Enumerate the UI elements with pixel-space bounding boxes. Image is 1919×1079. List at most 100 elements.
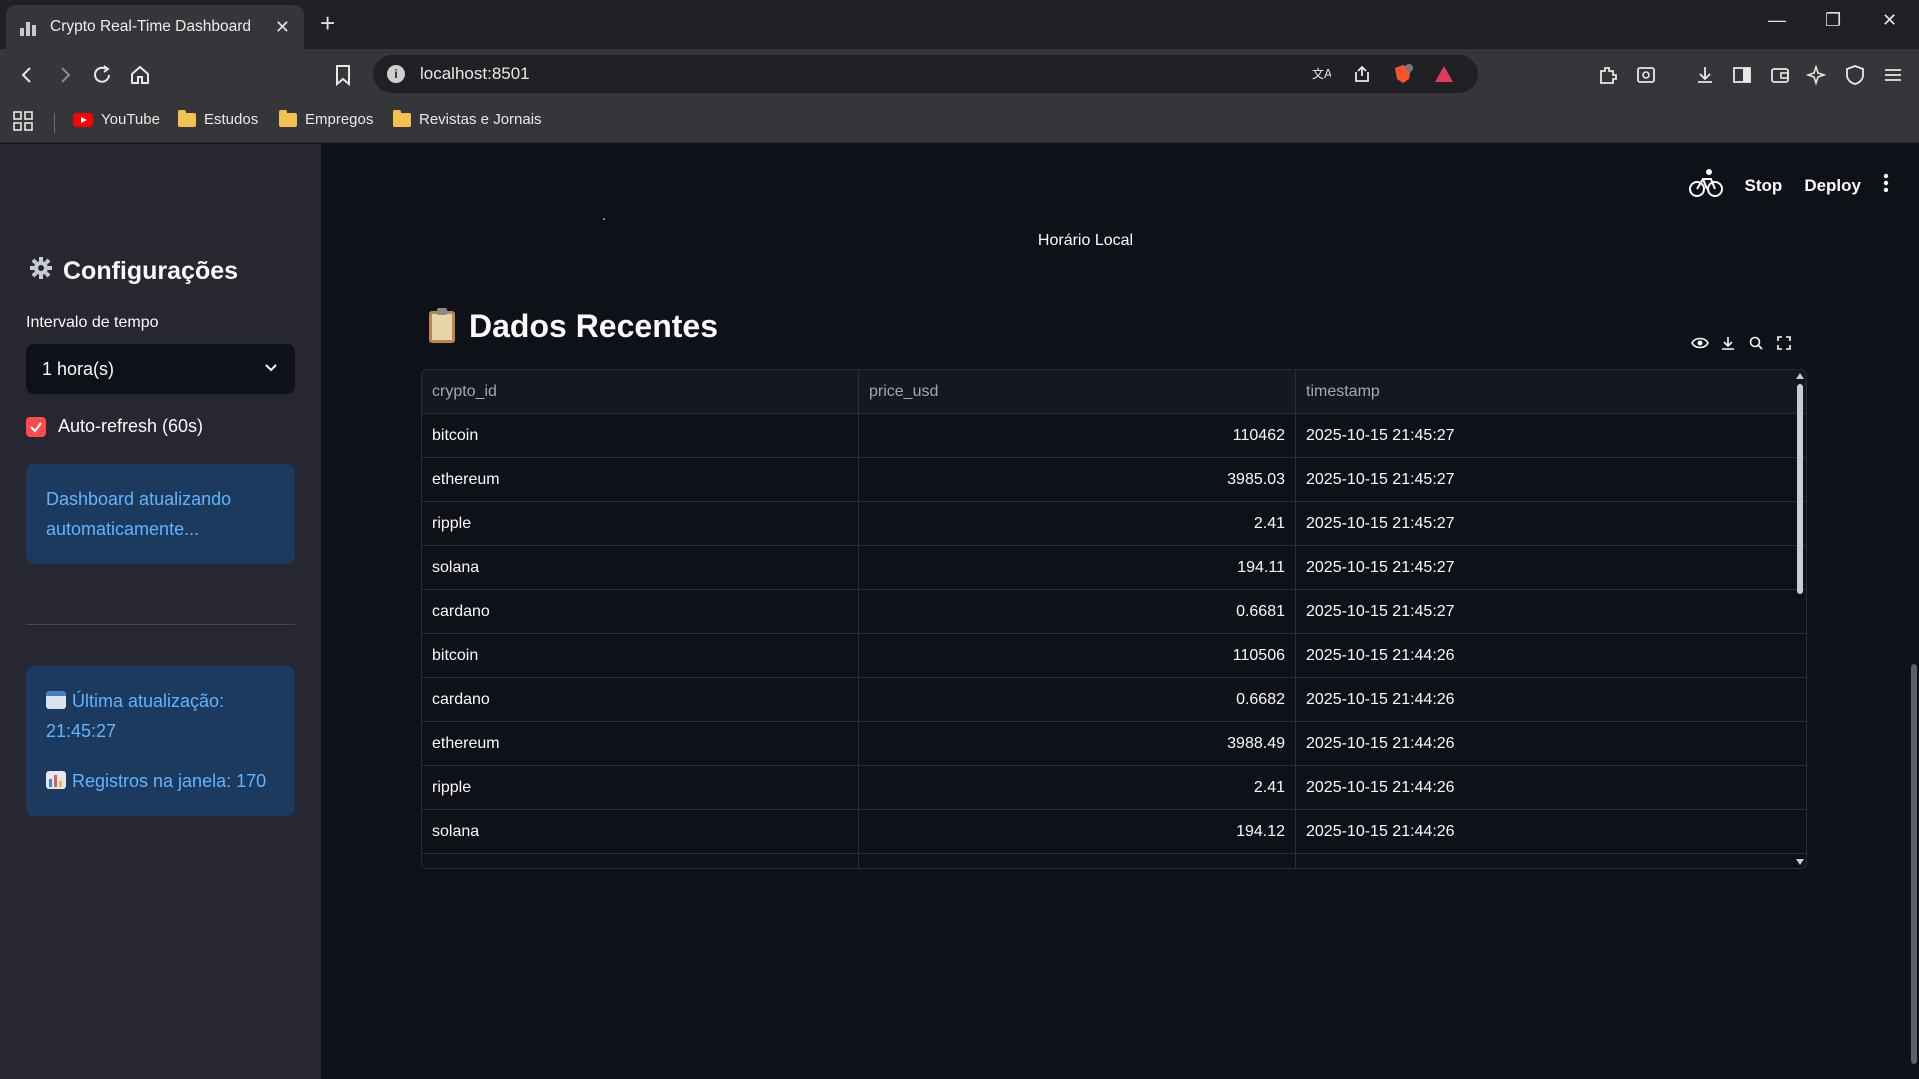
wallet-icon[interactable]	[1767, 62, 1793, 88]
back-icon[interactable]	[14, 62, 40, 88]
cell-price-usd[interactable]: 2.41	[859, 502, 1296, 545]
address-bar[interactable]: i localhost:8501 文A	[373, 55, 1478, 93]
cell-crypto-id[interactable]: ripple	[422, 766, 859, 809]
cell-price-usd[interactable]: 110506	[859, 634, 1296, 677]
brave-rewards-icon[interactable]	[1431, 61, 1457, 87]
cell-crypto-id[interactable]: ethereum	[422, 722, 859, 765]
cell-crypto-id[interactable]: ethereum	[422, 458, 859, 501]
running-bike-icon	[1688, 168, 1723, 203]
cell-crypto-id[interactable]: bitcoin	[422, 414, 859, 457]
extensions-icon[interactable]	[1595, 62, 1621, 88]
bar-chart-icon	[46, 771, 66, 789]
close-window-icon[interactable]: ✕	[1882, 10, 1897, 31]
stop-button[interactable]: Stop	[1745, 176, 1783, 196]
cell-timestamp[interactable]: 2025-10-15 21:44:26	[1296, 634, 1806, 677]
bookmark-label: Empregos	[305, 111, 374, 128]
table-row[interactable]: bitcoin 110506 2025-10-15 21:44:26	[422, 634, 1806, 678]
vpn-icon[interactable]	[1842, 62, 1868, 88]
close-tab-icon[interactable]: ✕	[275, 17, 290, 38]
browser-tab[interactable]: Crypto Real-Time Dashboard ✕	[6, 5, 304, 49]
share-icon[interactable]	[1349, 61, 1375, 87]
info-message: Dashboard atualizando automaticamente...	[46, 489, 232, 539]
more-options-icon[interactable]	[1883, 173, 1889, 198]
column-header-timestamp[interactable]: timestamp	[1296, 370, 1806, 413]
table-row[interactable]: cardano 0.6682 2025-10-15 21:44:26	[422, 678, 1806, 722]
eye-icon[interactable]	[1691, 334, 1709, 352]
cell-price-usd[interactable]: 0.6682	[859, 678, 1296, 721]
download-icon[interactable]	[1719, 334, 1737, 352]
url-text: localhost:8501	[420, 64, 530, 83]
cell-crypto-id[interactable]: ripple	[422, 502, 859, 545]
restore-icon[interactable]: ❐	[1825, 10, 1841, 31]
table-row[interactable]: solana 194.12 2025-10-15 21:44:26	[422, 810, 1806, 854]
brave-shields-icon[interactable]	[1390, 61, 1416, 87]
checkbox-checked-icon[interactable]	[26, 416, 46, 437]
cell-timestamp[interactable]: 2025-10-15 21:45:27	[1296, 590, 1806, 633]
table-row[interactable]: ripple 2.41 2025-10-15 21:45:27	[422, 502, 1806, 546]
cell-price-usd[interactable]: 0.6681	[859, 590, 1296, 633]
home-icon[interactable]	[127, 62, 153, 88]
table-row[interactable]: bitcoin 110462 2025-10-15 21:45:27	[422, 414, 1806, 458]
cell-timestamp[interactable]: 2025-10-15 21:44:26	[1296, 810, 1806, 853]
table-row[interactable]: cardano 0.6681 2025-10-15 21:45:27	[422, 590, 1806, 634]
fullscreen-icon[interactable]	[1775, 334, 1793, 352]
table-row[interactable]: ripple 2.41 2025-10-15 21:44:26	[422, 766, 1806, 810]
scroll-up-arrow-icon[interactable]	[1796, 373, 1804, 379]
cell-crypto-id[interactable]: cardano	[422, 590, 859, 633]
table-row[interactable]: ethereum 3988.49 2025-10-15 21:44:26	[422, 722, 1806, 766]
cell-price-usd[interactable]: 110462	[859, 414, 1296, 457]
autorefresh-checkbox[interactable]: Auto-refresh (60s)	[26, 416, 203, 437]
cell-crypto-id[interactable]: solana	[422, 546, 859, 589]
cell-price-usd[interactable]: 3985.03	[859, 458, 1296, 501]
site-info-icon[interactable]: i	[387, 65, 405, 83]
cell-timestamp[interactable]: 2025-10-15 21:45:27	[1296, 414, 1806, 457]
table-scrollbar[interactable]	[1797, 384, 1803, 594]
cell-price-usd[interactable]: 194.12	[859, 810, 1296, 853]
table-row[interactable]: ethereum 3985.03 2025-10-15 21:45:27	[422, 458, 1806, 502]
search-icon[interactable]	[1747, 334, 1765, 352]
cell-timestamp[interactable]: 2025-10-15 21:45:27	[1296, 546, 1806, 589]
interval-value: 1 hora(s)	[42, 358, 115, 379]
bookmark-icon[interactable]	[330, 62, 356, 88]
deploy-button[interactable]: Deploy	[1804, 176, 1861, 196]
cell-crypto-id[interactable]: solana	[422, 810, 859, 853]
bookmark-empregos[interactable]: Empregos	[279, 109, 374, 128]
translate-icon[interactable]: 文A	[1308, 61, 1334, 87]
cell-price-usd[interactable]: 2.41	[859, 766, 1296, 809]
download-icon[interactable]	[1692, 62, 1718, 88]
bookmark-estudos[interactable]: Estudos	[178, 109, 258, 128]
last-update-text: Última atualização: 21:45:27	[46, 691, 225, 741]
folder-icon	[393, 109, 411, 127]
column-header-price-usd[interactable]: price_usd	[859, 370, 1296, 413]
records-text: Registros na janela: 170	[72, 771, 267, 791]
page-scrollbar[interactable]	[1911, 664, 1917, 1064]
cell-timestamp[interactable]: 2025-10-15 21:45:27	[1296, 458, 1806, 501]
minimize-icon[interactable]: —	[1768, 10, 1786, 31]
reload-icon[interactable]	[89, 62, 115, 88]
chevron-down-icon	[263, 359, 279, 380]
cell-timestamp[interactable]: 2025-10-15 21:45:27	[1296, 502, 1806, 545]
tab-search-icon[interactable]	[1633, 62, 1659, 88]
apps-grid-icon[interactable]	[10, 108, 36, 134]
sidebar-toggle-icon[interactable]	[1729, 62, 1755, 88]
forward-icon[interactable]	[52, 62, 78, 88]
cell-timestamp[interactable]: 2025-10-15 21:44:26	[1296, 678, 1806, 721]
cell-price-usd[interactable]: 194.11	[859, 546, 1296, 589]
table-row[interactable]: solana 194.11 2025-10-15 21:45:27	[422, 546, 1806, 590]
cell-timestamp[interactable]: 2025-10-15 21:44:26	[1296, 766, 1806, 809]
cell-crypto-id[interactable]: cardano	[422, 678, 859, 721]
calendar-icon	[46, 691, 66, 709]
new-tab-button[interactable]: +	[320, 10, 335, 36]
bookmark-revistas[interactable]: Revistas e Jornais	[393, 109, 542, 128]
menu-icon[interactable]	[1880, 62, 1906, 88]
app-header-actions: Stop Deploy	[1688, 168, 1889, 203]
scroll-down-arrow-icon[interactable]	[1796, 859, 1804, 865]
interval-select[interactable]: 1 hora(s)	[26, 344, 295, 394]
column-header-crypto-id[interactable]: crypto_id	[422, 370, 859, 413]
dataframe-table[interactable]: crypto_id price_usd timestamp bitcoin 110…	[421, 369, 1807, 869]
leo-ai-icon[interactable]	[1804, 62, 1830, 88]
cell-price-usd[interactable]: 3988.49	[859, 722, 1296, 765]
cell-timestamp[interactable]: 2025-10-15 21:44:26	[1296, 722, 1806, 765]
bookmark-youtube[interactable]: YouTube	[73, 111, 160, 128]
cell-crypto-id[interactable]: bitcoin	[422, 634, 859, 677]
